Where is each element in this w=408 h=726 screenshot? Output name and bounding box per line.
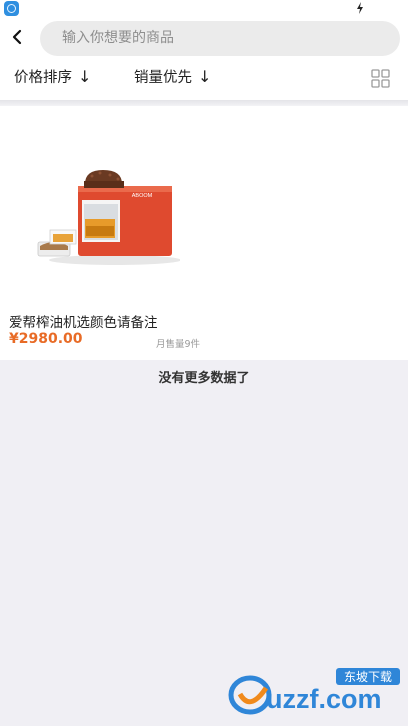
product-brand-label: ABOOM bbox=[132, 193, 153, 199]
grid-view-icon[interactable] bbox=[371, 69, 390, 88]
product-card[interactable]: ABOOM 爱帮榨油机选颜色请备注 ¥2980.00 月售量9件 bbox=[0, 106, 408, 360]
watermark-logo-text: uzzf.com bbox=[266, 684, 382, 714]
product-name: 爱帮榨油机选颜色请备注 bbox=[9, 315, 158, 331]
status-bar bbox=[0, 0, 408, 18]
sort-bar: 价格排序 ↓ 销量优先 ↓ bbox=[0, 60, 408, 100]
watermark-badge: 东坡下载 bbox=[344, 670, 392, 684]
lightning-icon bbox=[356, 2, 366, 16]
product-monthly-sales: 月售量9件 bbox=[156, 339, 201, 350]
no-more-data-message: 没有更多数据了 bbox=[158, 371, 250, 386]
product-price: ¥2980.00 bbox=[9, 331, 83, 347]
oil-press-machine-image: ABOOM bbox=[37, 170, 180, 265]
header: 输入你想要的商品 bbox=[0, 18, 408, 60]
sort-price-label: 价格排序 bbox=[14, 70, 72, 86]
sort-by-price-button[interactable]: 价格排序 ↓ bbox=[14, 66, 91, 89]
search-input[interactable]: 输入你想要的商品 bbox=[40, 21, 400, 56]
browser-app-icon bbox=[4, 1, 19, 16]
sort-sales-label: 销量优先 bbox=[134, 70, 192, 86]
chevron-left-icon bbox=[12, 29, 22, 45]
site-watermark-logo: uzzf.com 东坡下载 bbox=[228, 668, 400, 715]
sort-by-sales-button[interactable]: 销量优先 ↓ bbox=[134, 66, 211, 89]
arrow-down-icon: ↓ bbox=[78, 67, 92, 86]
arrow-down-icon: ↓ bbox=[198, 67, 212, 86]
back-button[interactable] bbox=[8, 24, 28, 48]
